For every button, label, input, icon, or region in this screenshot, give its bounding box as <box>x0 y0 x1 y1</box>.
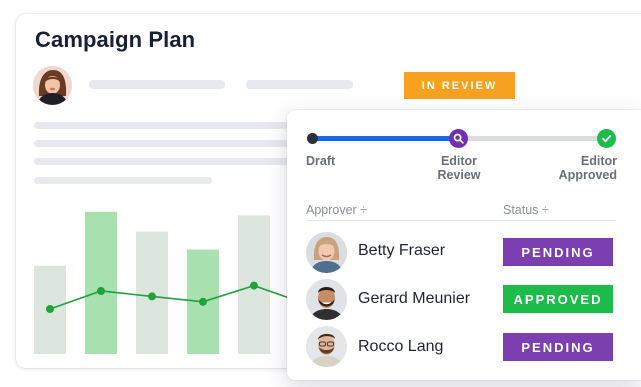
chart-point <box>250 281 258 290</box>
chart-point <box>46 305 54 313</box>
status-column-header[interactable]: Status ÷ <box>503 203 549 217</box>
step-label-line: Editor <box>580 154 617 168</box>
approver-name: Rocco Lang <box>358 338 444 355</box>
approver-name: Gerard Meunier <box>358 290 471 307</box>
progress-fill <box>312 136 460 141</box>
step-label-line: Approved <box>558 168 617 182</box>
step-label-editor-approved: Editor Approved <box>551 154 617 182</box>
approver-avatar <box>306 232 347 273</box>
approver-column-header[interactable]: Approver ÷ <box>306 203 367 217</box>
approver-avatar <box>306 279 347 320</box>
chart-point <box>199 297 207 306</box>
approver-name: Betty Fraser <box>358 242 446 259</box>
status-badge-pending: PENDING <box>503 333 613 361</box>
chart-point <box>97 287 105 295</box>
approver-avatar-image <box>306 232 347 273</box>
step-review-dot <box>449 129 468 148</box>
search-icon <box>453 133 464 144</box>
approver-avatar-image <box>306 326 347 367</box>
check-icon <box>602 135 612 143</box>
step-label-line: Review <box>437 168 481 182</box>
chart-bar <box>85 211 117 354</box>
chart-point <box>148 292 156 301</box>
step-draft-dot <box>307 133 318 144</box>
approver-avatar <box>306 326 347 367</box>
step-approved-dot <box>597 129 616 148</box>
step-label-line: Draft <box>306 154 336 168</box>
step-label-line: Editor <box>440 154 478 168</box>
app-stage: Campaign Plan IN REVIEW Draft Editor Rev… <box>0 0 641 387</box>
header-divider <box>306 220 616 221</box>
step-label-editor-review: Editor Review <box>425 154 493 182</box>
step-label-draft: Draft <box>306 154 335 168</box>
approver-avatar-image <box>306 279 347 320</box>
status-badge-pending: PENDING <box>503 238 613 266</box>
status-badge-approved: APPROVED <box>503 285 613 313</box>
